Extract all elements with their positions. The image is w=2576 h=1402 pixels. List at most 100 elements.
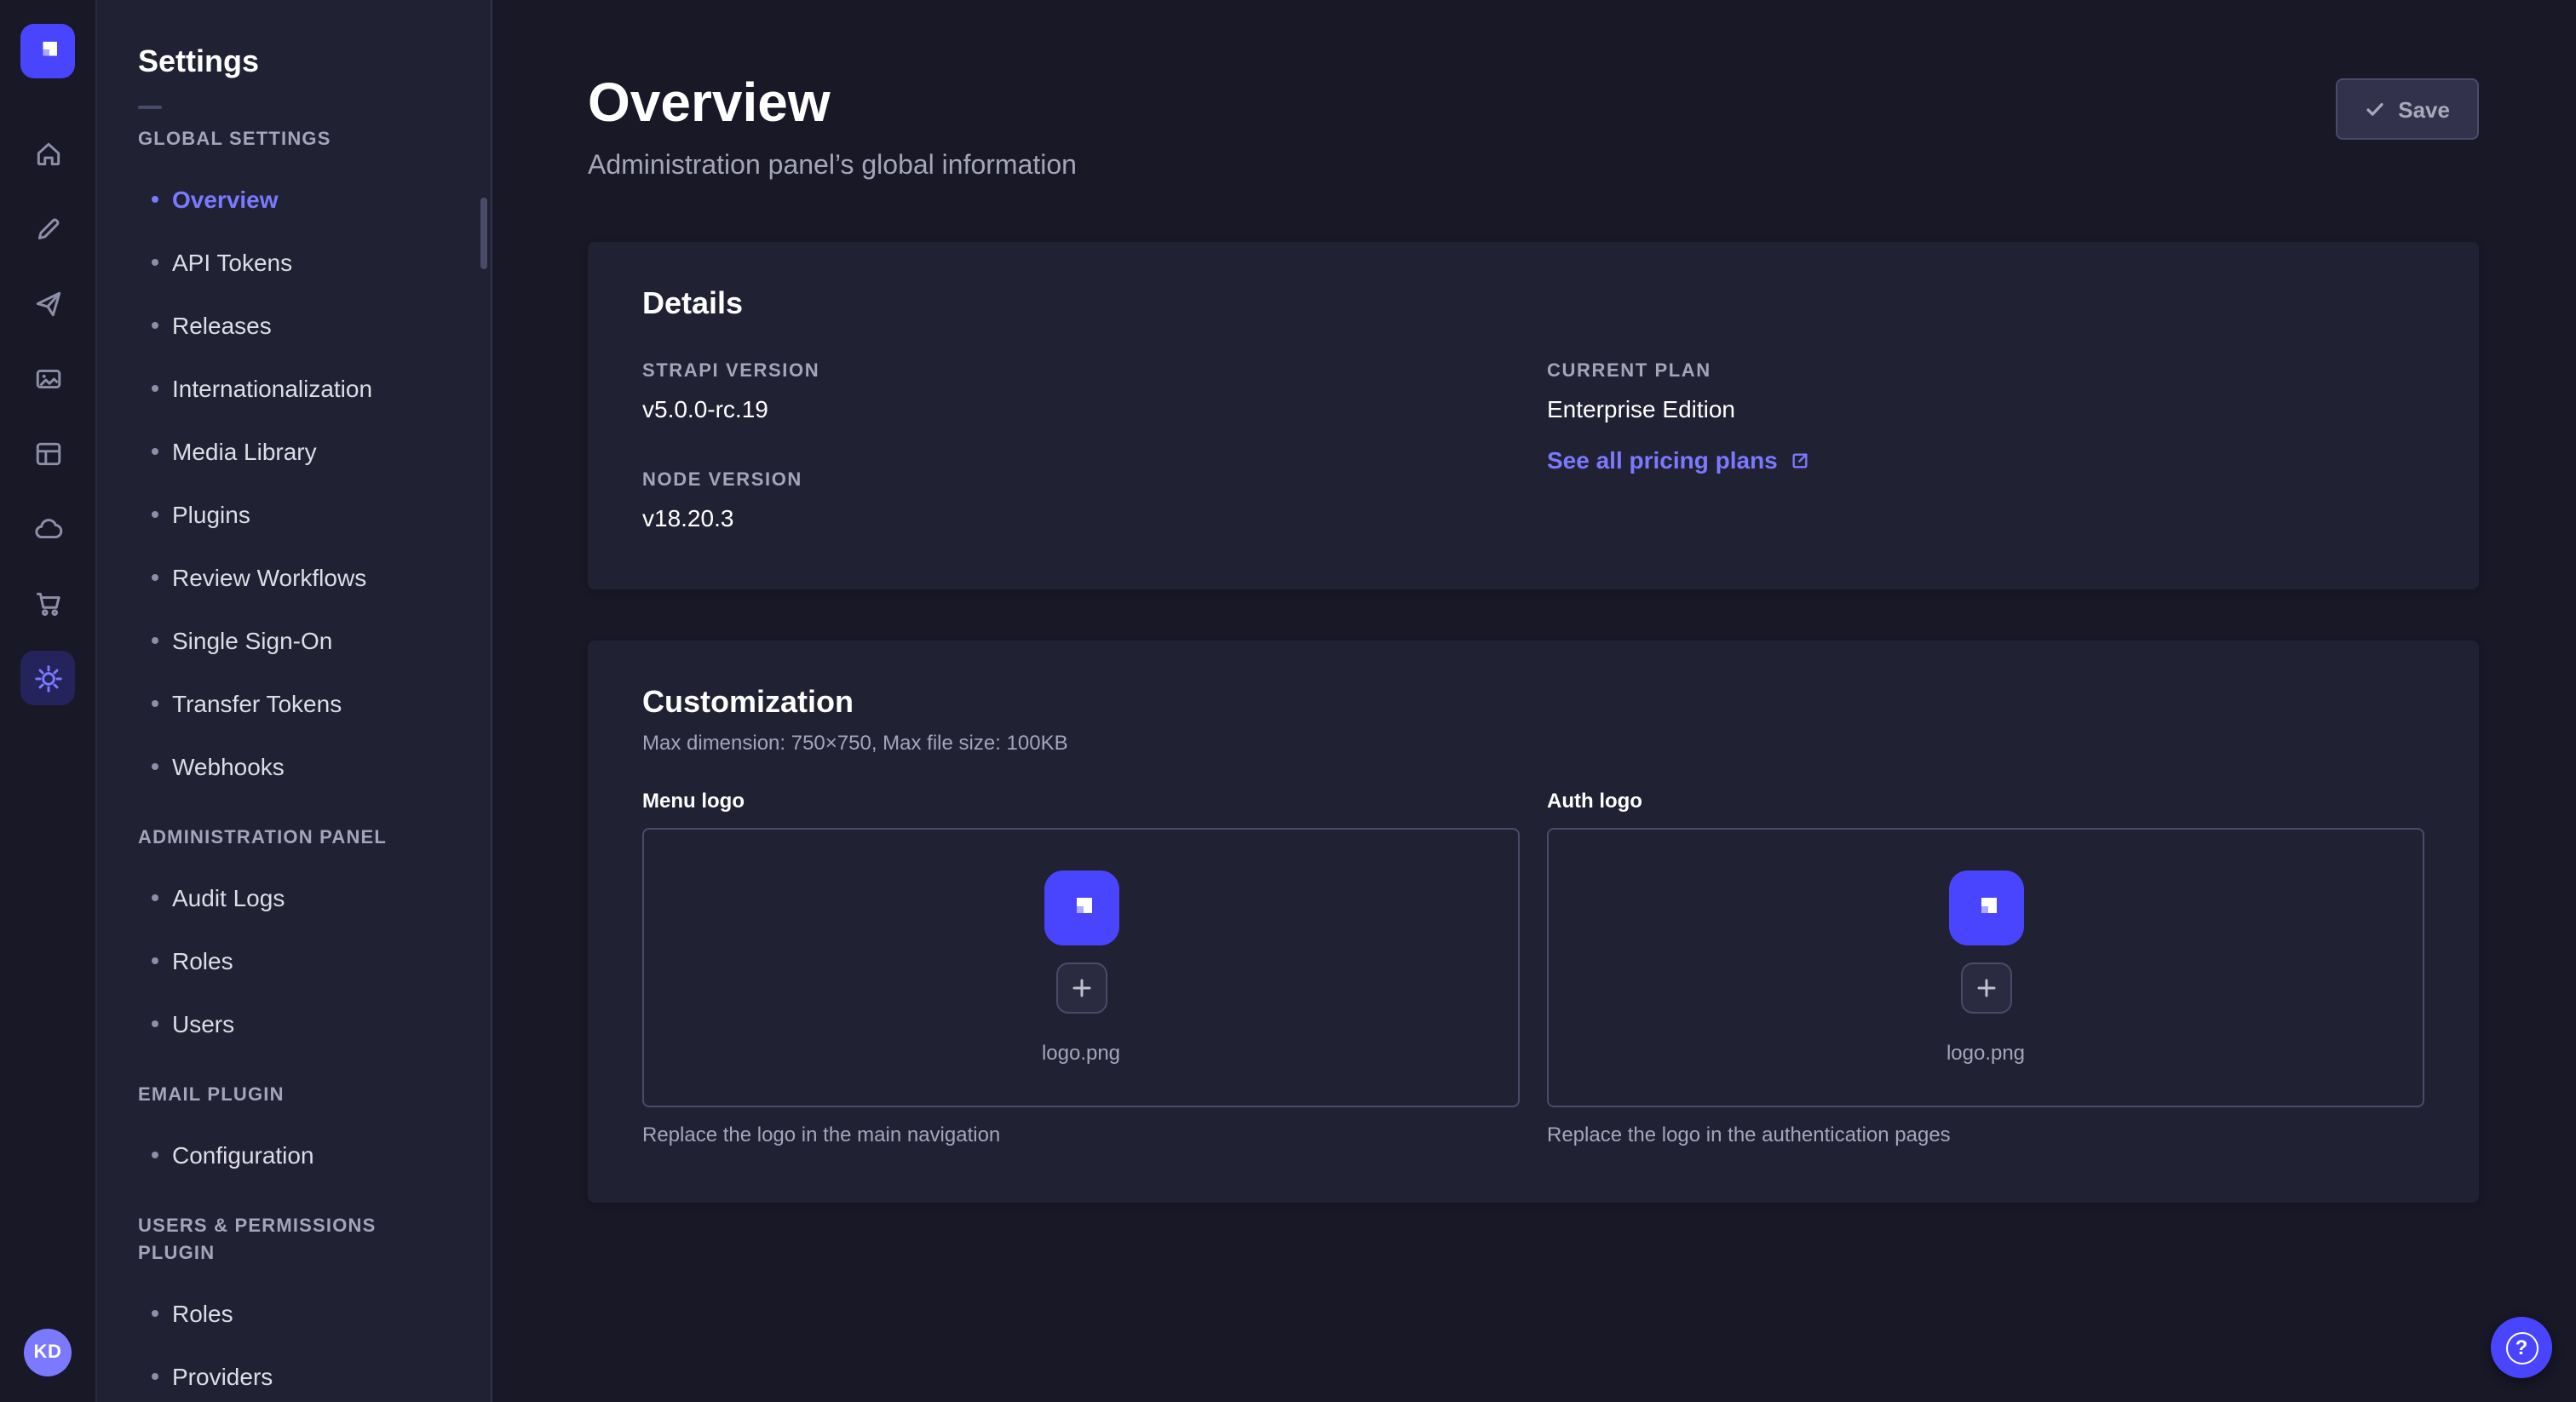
sidebar-item-api-tokens[interactable]: API Tokens (97, 230, 491, 293)
bullet-icon (152, 957, 158, 963)
deploy-icon[interactable] (20, 501, 75, 555)
check-icon (2364, 99, 2384, 119)
subnav-scrollbar-thumb[interactable] (480, 198, 487, 269)
media-library-icon[interactable] (20, 351, 75, 405)
customization-constraints: Max dimension: 750×750, Max file size: 1… (642, 729, 2424, 756)
sidebar-item-admin-roles[interactable]: Roles (97, 928, 491, 991)
external-link-icon (1791, 451, 1810, 469)
sidebar-item-releases[interactable]: Releases (97, 293, 491, 356)
sidebar-item-up-providers[interactable]: Providers (97, 1344, 491, 1402)
sidebar-item-overview[interactable]: Overview (97, 167, 491, 230)
save-button-label: Save (2398, 96, 2450, 122)
avatar[interactable]: KD (24, 1329, 72, 1376)
strapi-logo-mark (1061, 888, 1101, 928)
node-version-field: NODE VERSION v18.20.3 (642, 467, 1520, 535)
sidebar-item-label: Audit Logs (172, 880, 285, 914)
auth-logo-hint: Replace the logo in the authentication p… (1547, 1121, 2424, 1148)
menu-logo-dropzone[interactable]: logo.png (642, 828, 1520, 1107)
current-plan-field: CURRENT PLAN Enterprise Edition (1547, 358, 2424, 426)
users-permissions-list: Roles Providers (97, 1281, 491, 1402)
marketplace-icon[interactable] (20, 576, 75, 630)
sidebar-item-transfer-tokens[interactable]: Transfer Tokens (97, 671, 491, 734)
sidebar-item-label: Internationalization (172, 371, 372, 405)
strapi-version-field: STRAPI VERSION v5.0.0-rc.19 (642, 358, 1520, 426)
strapi-logo[interactable] (20, 24, 75, 78)
sidebar-item-admin-users[interactable]: Users (97, 991, 491, 1054)
bullet-icon (152, 699, 158, 706)
pricing-link[interactable]: See all pricing plans (1547, 446, 1810, 474)
upload-label: Menu logo (642, 787, 1520, 814)
content-manager-icon[interactable] (20, 426, 75, 480)
auth-logo-dropzone[interactable]: logo.png (1547, 828, 2424, 1107)
sidebar-item-single-sign-on[interactable]: Single Sign-On (97, 608, 491, 671)
field-label: NODE VERSION (642, 467, 1520, 494)
details-grid: STRAPI VERSION v5.0.0-rc.19 NODE VERSION… (642, 358, 2424, 535)
main-content: Overview Administration panel’s global i… (492, 0, 2576, 1402)
customization-card-title: Customization (642, 681, 2424, 722)
sidebar-item-label: Configuration (172, 1137, 314, 1171)
sidebar-item-plugins[interactable]: Plugins (97, 482, 491, 545)
sidebar-item-label: Transfer Tokens (172, 686, 342, 720)
sidebar-item-label: Webhooks (172, 749, 285, 783)
sidebar-item-email-configuration[interactable]: Configuration (97, 1123, 491, 1186)
sidebar-item-review-workflows[interactable]: Review Workflows (97, 545, 491, 608)
settings-subnav: Settings GLOBAL SETTINGS Overview API To… (97, 0, 492, 1402)
pricing-link-label: See all pricing plans (1547, 446, 1778, 474)
bullet-icon (152, 762, 158, 769)
bullet-icon (152, 258, 158, 265)
sidebar-item-label: Media Library (172, 434, 317, 468)
add-menu-logo-button[interactable] (1055, 962, 1107, 1014)
sidebar-item-webhooks[interactable]: Webhooks (97, 734, 491, 797)
auth-logo-section: Auth logo logo.png Replace the logo in t… (1547, 787, 2424, 1148)
page-title: Overview (588, 68, 1077, 136)
upload-label: Auth logo (1547, 787, 2424, 814)
auth-logo-filename: logo.png (1946, 1041, 2025, 1065)
section-heading-users-permissions-plugin: USERS & PERMISSIONS PLUGIN (138, 1213, 450, 1267)
sidebar-item-label: Plugins (172, 497, 250, 531)
sidebar-item-label: Single Sign-On (172, 623, 332, 657)
save-button[interactable]: Save (2335, 78, 2479, 140)
sidebar-item-media-library[interactable]: Media Library (97, 419, 491, 482)
strapi-logo-mark (1965, 888, 2006, 928)
field-value: v5.0.0-rc.19 (642, 392, 1520, 426)
field-label: CURRENT PLAN (1547, 358, 2424, 385)
plus-icon (1975, 978, 1996, 998)
sidebar-item-label: Roles (172, 1296, 233, 1330)
section-heading-administration-panel: ADMINISTRATION PANEL (138, 825, 450, 852)
sidebar-item-label: Review Workflows (172, 560, 366, 594)
global-settings-list: Overview API Tokens Releases Internation… (97, 167, 491, 797)
bullet-icon (152, 1309, 158, 1316)
rail-items (20, 126, 75, 1329)
field-value: Enterprise Edition (1547, 392, 2424, 426)
menu-logo-section: Menu logo logo.png Replace the logo in t… (642, 787, 1520, 1148)
menu-logo-preview (1044, 871, 1118, 945)
bullet-icon (152, 321, 158, 328)
menu-logo-filename: logo.png (1042, 1041, 1120, 1065)
releases-icon[interactable] (20, 276, 75, 330)
email-plugin-list: Configuration (97, 1123, 491, 1186)
bullet-icon (152, 1372, 158, 1379)
customization-card: Customization Max dimension: 750×750, Ma… (588, 641, 2479, 1203)
settings-icon[interactable] (20, 651, 75, 705)
sidebar-item-up-roles[interactable]: Roles (97, 1281, 491, 1344)
subnav-title: Settings (97, 41, 491, 82)
bullet-icon (152, 447, 158, 454)
sidebar-item-internationalization[interactable]: Internationalization (97, 356, 491, 419)
help-button[interactable]: ? (2491, 1317, 2552, 1378)
add-auth-logo-button[interactable] (1960, 962, 2011, 1014)
bullet-icon (152, 510, 158, 517)
sidebar-item-label: API Tokens (172, 244, 292, 279)
upload-grid: Menu logo logo.png Replace the logo in t… (642, 787, 2424, 1148)
bullet-icon (152, 893, 158, 900)
sidebar-item-label: Roles (172, 943, 233, 977)
content-type-builder-icon[interactable] (20, 201, 75, 256)
home-icon[interactable] (20, 126, 75, 181)
sidebar-item-audit-logs[interactable]: Audit Logs (97, 865, 491, 928)
sidebar-item-label: Users (172, 1006, 234, 1040)
bullet-icon (152, 384, 158, 391)
details-left-column: STRAPI VERSION v5.0.0-rc.19 NODE VERSION… (642, 358, 1520, 535)
details-right-column: CURRENT PLAN Enterprise Edition See all … (1547, 358, 2424, 535)
strapi-admin: KD Settings GLOBAL SETTINGS Overview API… (0, 0, 2576, 1402)
section-heading-email-plugin: EMAIL PLUGIN (138, 1082, 450, 1109)
strapi-logo-mark (29, 32, 66, 70)
